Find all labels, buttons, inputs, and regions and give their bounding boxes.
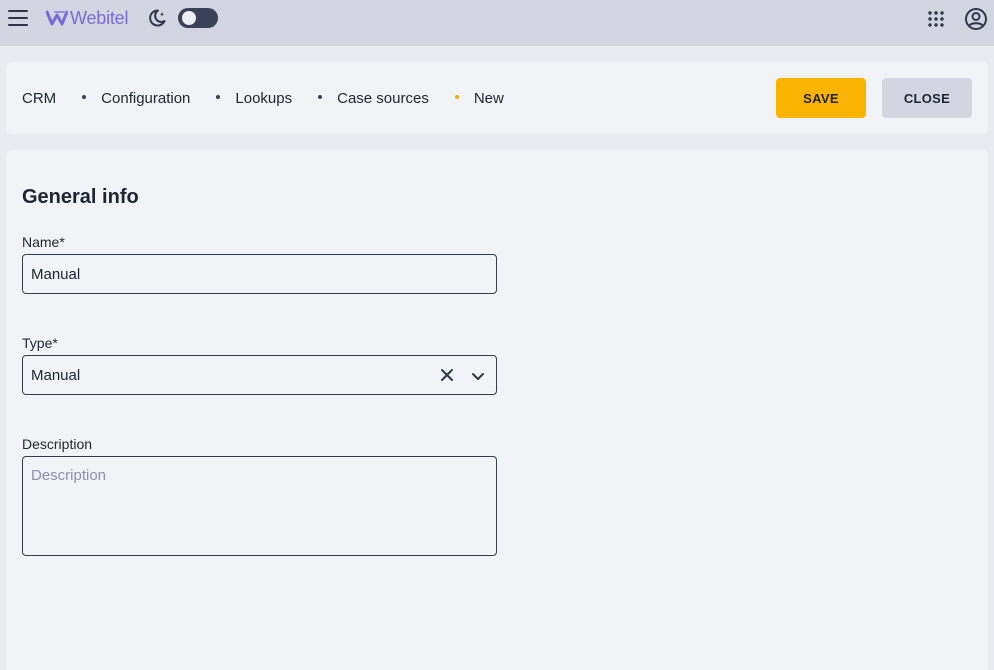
name-field[interactable]: Manual (22, 254, 497, 294)
close-button[interactable]: CLOSE (882, 78, 972, 118)
grid-icon[interactable] (927, 10, 945, 28)
breadcrumb-item-crm[interactable]: CRM (22, 90, 56, 107)
type-label: Type* (22, 335, 58, 351)
toggle-knob (182, 11, 196, 25)
hamburger-icon[interactable] (8, 9, 28, 27)
description-field[interactable]: Description (22, 456, 497, 556)
logo: Webitel (46, 7, 128, 29)
section-title: General info (22, 186, 139, 208)
top-bar: Webitel (0, 0, 994, 46)
type-select[interactable]: Manual (22, 355, 497, 395)
breadcrumb: CRM Configuration Lookups Case sources N… (22, 62, 504, 134)
webitel-logo-icon (46, 10, 68, 26)
breadcrumb-separator (216, 95, 221, 99)
name-value: Manual (31, 265, 81, 283)
breadcrumb-separator (82, 95, 87, 99)
page-header: CRM Configuration Lookups Case sources N… (6, 62, 988, 134)
type-value: Manual (31, 366, 81, 384)
theme-toggle[interactable] (178, 8, 218, 28)
chevron-down-icon[interactable] (470, 368, 486, 384)
breadcrumb-item-new: New (473, 89, 504, 107)
breadcrumb-item-lookups[interactable]: Lookups (235, 90, 292, 107)
breadcrumb-item-configuration[interactable]: Configuration (101, 90, 190, 107)
description-placeholder: Description (31, 467, 107, 484)
breadcrumb-separator (318, 95, 323, 99)
account-icon[interactable] (964, 7, 988, 31)
clear-icon[interactable] (440, 368, 454, 382)
breadcrumb-item-case-sources[interactable]: Case sources (337, 90, 429, 107)
brand-name: Webitel (70, 7, 129, 28)
moon-icon[interactable] (147, 8, 167, 28)
breadcrumb-separator-active (454, 95, 459, 99)
name-label: Name* (22, 234, 65, 250)
description-label: Description (22, 436, 93, 452)
form-card: General info Name* Manual Type* Manual D… (6, 150, 988, 670)
save-button[interactable]: SAVE (776, 78, 866, 118)
